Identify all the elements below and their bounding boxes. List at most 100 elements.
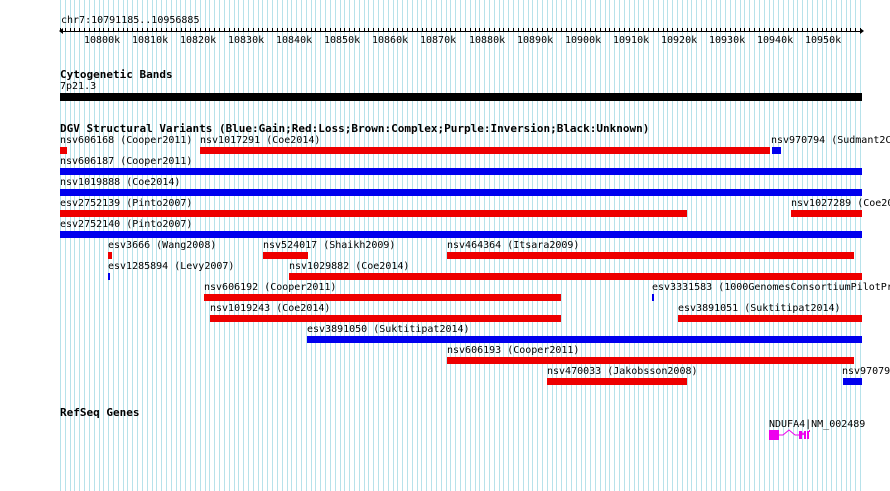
ruler-tick [484, 28, 485, 31]
ruler-label: 10830k [228, 35, 265, 46]
ruler-tick [368, 28, 369, 31]
ruler-tick [234, 28, 235, 31]
variant-bar-loss[interactable] [678, 315, 862, 322]
ruler-label: 10930k [709, 35, 746, 46]
variant-label[interactable]: esv2752140 (Pinto2007) [60, 219, 192, 231]
ruler-tick [378, 28, 379, 31]
variant-bar-loss[interactable] [204, 294, 561, 301]
variant-label[interactable]: nsv606193 (Cooper2011) [447, 345, 579, 357]
variant-bar-gain[interactable] [652, 294, 654, 301]
variant-bar-loss[interactable] [791, 210, 862, 217]
ruler-tick [706, 28, 707, 31]
variant-label[interactable]: nsv606187 (Cooper2011) [60, 156, 192, 168]
ruler-tick [248, 28, 249, 31]
variant-label[interactable]: esv1285894 (Levy2007) [108, 261, 234, 273]
variant-label[interactable]: nsv1019888 (Coe2014) [60, 177, 180, 189]
ruler-tick [166, 28, 167, 31]
variant-bar-gain[interactable] [307, 336, 862, 343]
ruler-tick [537, 28, 538, 31]
ruler-tick [677, 28, 678, 31]
ruler-tick [749, 28, 750, 31]
variant-bar-gain[interactable] [60, 189, 862, 196]
ruler-tick [503, 28, 504, 31]
ruler-tick [344, 28, 345, 31]
ruler-label: 10890k [517, 35, 554, 46]
ruler-tick [701, 28, 702, 31]
ruler-tick [282, 28, 283, 31]
variant-bar-loss[interactable] [447, 252, 854, 259]
gene-model-ndufa4[interactable] [767, 427, 837, 443]
variant-label[interactable]: nsv606192 (Cooper2011) [204, 282, 336, 294]
variant-label[interactable]: esv3891051 (Suktitipat2014) [678, 303, 841, 315]
variant-bar-gain[interactable] [843, 378, 862, 385]
ruler-tick [147, 28, 148, 31]
ruler-tick [711, 28, 712, 31]
variant-bar-loss[interactable] [200, 147, 770, 154]
cytoband-track-title: Cytogenetic Bands [60, 68, 173, 81]
variant-label[interactable]: nsv1027289 (Coe20 [791, 198, 890, 210]
variant-label[interactable]: nsv470033 (Jakobsson2008) [547, 366, 698, 378]
variant-label[interactable]: nsv1017291 (Coe2014) [200, 135, 320, 147]
variant-bar-loss[interactable] [210, 315, 561, 322]
ruler-tick [788, 28, 789, 31]
variant-label[interactable]: nsv970794 (Sudmant2C [771, 135, 890, 147]
ruler-tick [291, 28, 292, 31]
ruler-tick [470, 28, 471, 31]
ruler-tick [277, 28, 278, 31]
ruler-tick [171, 28, 172, 31]
ruler-tick [740, 28, 741, 31]
variant-bar-loss[interactable] [60, 210, 687, 217]
ruler-label: 10870k [420, 35, 457, 46]
variant-label[interactable]: nsv1019243 (Coe2014) [210, 303, 330, 315]
variant-bar-loss[interactable] [289, 273, 862, 280]
variant-bar-loss[interactable] [263, 252, 308, 259]
cytoband-bar[interactable] [60, 93, 862, 101]
ruler-label: 10820k [180, 35, 217, 46]
ruler-tick [349, 28, 350, 31]
ruler-tick [287, 28, 288, 31]
ruler-tick [619, 28, 620, 31]
ruler-tick [513, 28, 514, 31]
variant-bar-loss[interactable] [547, 378, 687, 385]
ruler-tick [552, 28, 553, 31]
variant-label[interactable]: nsv524017 (Shaikh2009) [263, 240, 395, 252]
ruler-tick [108, 28, 109, 31]
ruler-tick [720, 28, 721, 31]
variant-label[interactable]: esv3331583 (1000GenomesConsortiumPilotPr [652, 282, 890, 294]
ruler-tick [315, 28, 316, 31]
variant-label[interactable]: nsv606168 (Cooper2011) [60, 135, 192, 147]
variant-label[interactable]: esv3891050 (Suktitipat2014) [307, 324, 470, 336]
ruler-label: 10940k [757, 35, 794, 46]
ruler-tick [354, 28, 355, 31]
variant-bar-gain[interactable] [60, 168, 862, 175]
ruler-tick [812, 28, 813, 31]
variant-label[interactable]: nsv1029882 (Coe2014) [289, 261, 409, 273]
ruler-tick [561, 28, 562, 31]
ruler-tick [181, 28, 182, 31]
variant-bar-gain[interactable] [772, 147, 781, 154]
ruler-axis-line [60, 31, 862, 32]
ruler-tick [99, 28, 100, 31]
ruler-tick [846, 28, 847, 31]
ruler-tick [397, 28, 398, 31]
ruler-tick [581, 28, 582, 31]
variant-bar-loss[interactable] [108, 252, 112, 259]
ruler-tick [441, 28, 442, 31]
ruler-tick [431, 28, 432, 31]
ruler-tick [103, 28, 104, 31]
variant-label[interactable]: esv2752139 (Pinto2007) [60, 198, 192, 210]
variant-bar-gain[interactable] [108, 273, 110, 280]
ruler-tick [807, 28, 808, 31]
ruler-tick [417, 28, 418, 31]
ruler-tick [60, 28, 61, 31]
variant-label[interactable]: nsv97079 [842, 366, 890, 378]
ruler-tick [696, 28, 697, 31]
variant-label[interactable]: esv3666 (Wang2008) [108, 240, 216, 252]
ruler-tick [296, 28, 297, 31]
ruler-tick [769, 28, 770, 31]
ruler-tick [195, 28, 196, 31]
variant-bar-loss[interactable] [447, 357, 854, 364]
variant-bar-loss[interactable] [60, 147, 67, 154]
variant-bar-gain[interactable] [60, 231, 862, 238]
variant-label[interactable]: nsv464364 (Itsara2009) [447, 240, 579, 252]
